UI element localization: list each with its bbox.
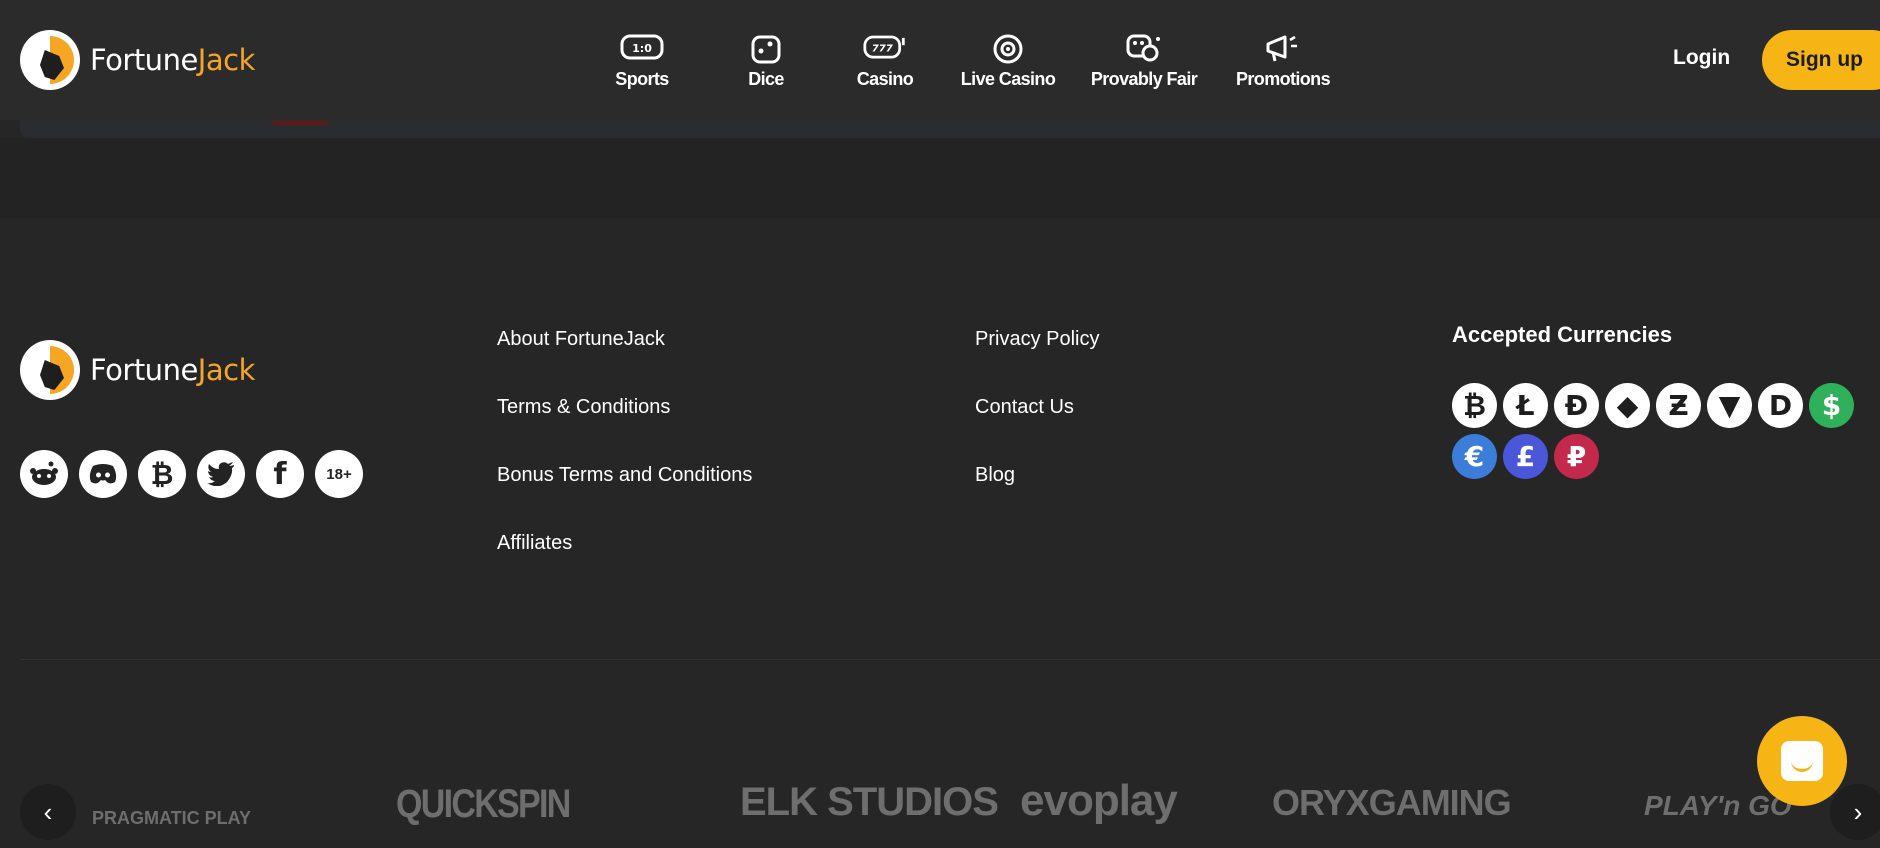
partner-logo: QUICKSPIN xyxy=(396,782,571,826)
signup-button[interactable]: Sign up xyxy=(1762,30,1880,90)
header-logo[interactable]: FortuneJack xyxy=(20,30,255,90)
pound-currency-icon: £ xyxy=(1503,434,1548,479)
game-pieces-icon xyxy=(1122,31,1166,65)
fortunejack-logo-icon xyxy=(20,30,80,90)
footer-logo[interactable]: FortuneJack xyxy=(20,340,255,400)
nav-live-casino[interactable]: Live Casino xyxy=(942,0,1074,120)
nav-casino[interactable]: 777 Casino xyxy=(828,0,942,120)
facebook-icon[interactable]: f xyxy=(256,450,304,498)
euro-currency-icon: € xyxy=(1452,434,1497,479)
nav-label: Casino xyxy=(856,68,914,89)
bitcoin-currency-icon: ₿ xyxy=(1452,383,1497,428)
nav-label: Dice xyxy=(748,68,784,89)
chevron-right-icon: › xyxy=(1853,796,1863,827)
slot-machine-icon: 777 xyxy=(863,31,907,65)
partner-logo: PLAY'n GO xyxy=(1644,790,1792,821)
carousel-prev-button[interactable]: ‹ xyxy=(20,784,76,840)
site-header: FortuneJack 1:0 Sports Dice 777 Casino L… xyxy=(0,0,1880,120)
link-contact[interactable]: Contact Us xyxy=(975,394,1099,462)
discord-icon[interactable] xyxy=(79,450,127,498)
nav-label: Provably Fair xyxy=(1090,68,1198,89)
svg-text:777: 777 xyxy=(872,43,893,54)
partner-carousel: ‹ PRAGMATIC PLAY QUICKSPIN ELK STUDIOS e… xyxy=(0,760,1880,848)
usd-currency-icon: $ xyxy=(1809,383,1854,428)
nav-label: Promotions xyxy=(1235,68,1331,89)
dogecoin-currency-icon: Đ xyxy=(1554,383,1599,428)
partner-logo: ELK STUDIOS xyxy=(740,780,999,824)
link-affiliates[interactable]: Affiliates xyxy=(497,530,752,598)
megaphone-icon xyxy=(1261,31,1305,65)
tron-currency-icon: ▼ xyxy=(1707,383,1752,428)
scoreboard-icon: 1:0 xyxy=(620,31,664,65)
twitter-icon[interactable] xyxy=(197,450,245,498)
footer-links-col2: Privacy Policy Contact Us Blog xyxy=(975,326,1099,530)
footer-links-col1: About FortuneJack Terms & Conditions Bon… xyxy=(497,326,752,598)
nav-label: Live Casino xyxy=(960,68,1056,89)
login-button[interactable]: Login xyxy=(1673,46,1730,70)
social-links: ₿ f 18+ xyxy=(20,450,363,498)
litecoin-currency-icon: Ł xyxy=(1503,383,1548,428)
content-band xyxy=(0,138,1880,218)
link-about[interactable]: About FortuneJack xyxy=(497,326,752,394)
link-privacy[interactable]: Privacy Policy xyxy=(975,326,1099,394)
link-terms[interactable]: Terms & Conditions xyxy=(497,394,752,462)
live-chat-button[interactable] xyxy=(1757,716,1847,806)
link-blog[interactable]: Blog xyxy=(975,462,1099,530)
svg-text:1:0: 1:0 xyxy=(632,42,652,55)
ruble-currency-icon: ₽ xyxy=(1554,434,1599,479)
main-nav: 1:0 Sports Dice 777 Casino Live Casino P… xyxy=(580,0,1352,120)
logo-wordmark: FortuneJack xyxy=(90,43,255,77)
site-footer xyxy=(0,218,1880,848)
zcash-currency-icon: Ƶ xyxy=(1656,383,1701,428)
logo-wordmark: FortuneJack xyxy=(90,353,255,387)
nav-label: Sports xyxy=(615,68,669,89)
currencies-title: Accepted Currencies xyxy=(1452,322,1673,347)
dash-currency-icon: D xyxy=(1758,383,1803,428)
dice-icon xyxy=(744,31,788,65)
bitcoin-icon[interactable]: ₿ xyxy=(138,450,186,498)
currency-list: ₿ Ł Đ ◆ Ƶ ▼ D $ € £ ₽ xyxy=(1452,383,1858,479)
footer-divider xyxy=(20,659,1880,660)
link-bonus-terms[interactable]: Bonus Terms and Conditions xyxy=(497,462,752,530)
chevron-left-icon: ‹ xyxy=(43,796,53,827)
ethereum-currency-icon: ◆ xyxy=(1605,383,1650,428)
partner-logo: evoplay xyxy=(1020,776,1178,825)
nav-promotions[interactable]: Promotions xyxy=(1214,0,1352,120)
nav-sports[interactable]: 1:0 Sports xyxy=(580,0,704,120)
nav-provably-fair[interactable]: Provably Fair xyxy=(1074,0,1214,120)
age-restriction-badge: 18+ xyxy=(315,450,363,498)
reddit-icon[interactable] xyxy=(20,450,68,498)
chat-icon xyxy=(1781,741,1823,781)
target-icon xyxy=(986,31,1030,65)
fortunejack-logo-icon xyxy=(20,340,80,400)
carousel-next-button[interactable]: › xyxy=(1830,784,1880,840)
partner-logo: ORYXGAMING xyxy=(1272,782,1512,823)
nav-dice[interactable]: Dice xyxy=(704,0,828,120)
partner-logo: PRAGMATIC PLAY xyxy=(92,808,252,828)
